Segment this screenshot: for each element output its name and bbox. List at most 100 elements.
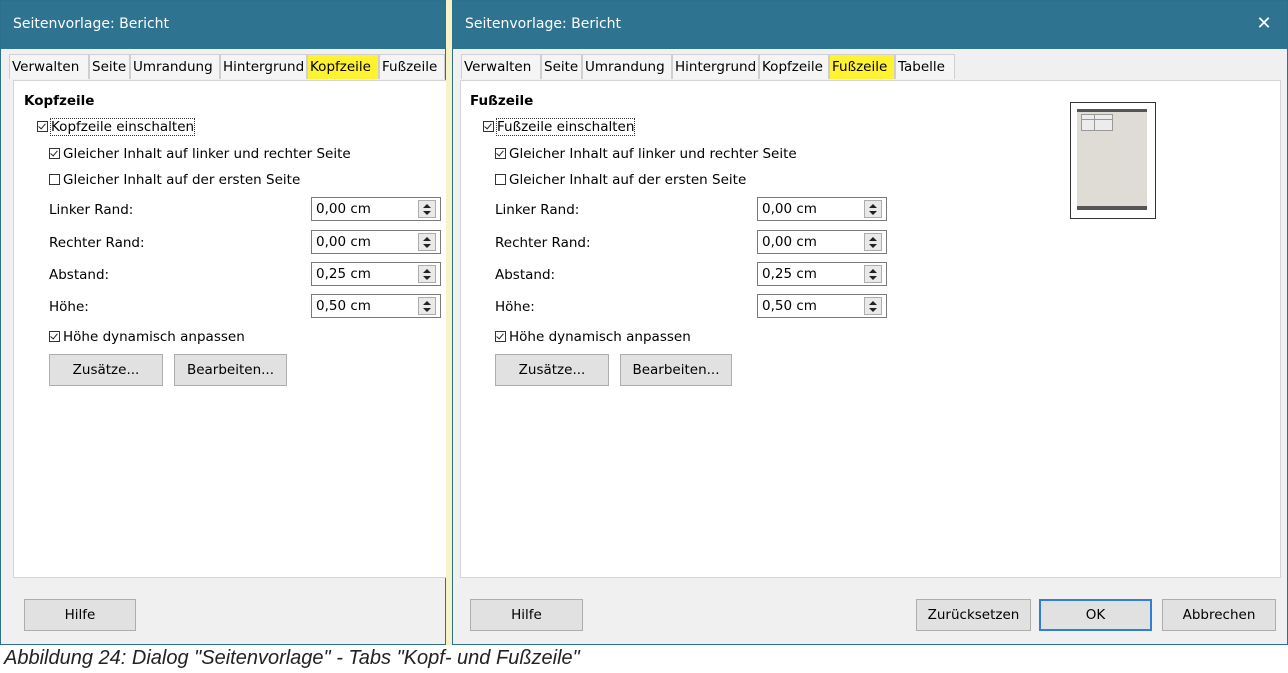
spin-value: 0,50 cm [316,298,371,314]
tab-seite[interactable]: Seite [89,54,130,79]
checkbox-label: Kopfzeile einschalten [49,118,196,136]
spin-buttons[interactable] [864,265,882,283]
title-bar[interactable]: Seitenvorlage: Bericht ✕ [453,1,1287,49]
spin-buttons[interactable] [864,200,882,218]
spin-up-icon[interactable] [423,269,431,273]
right-margin-spinfield[interactable]: 0,00 cm [311,230,441,254]
spacing-spinfield[interactable]: 0,25 cm [311,262,441,286]
right-margin-label: Rechter Rand: [495,235,591,251]
enable-footer-checkbox[interactable]: Fußzeile einschalten [483,118,636,136]
spin-buttons[interactable] [864,233,882,251]
spin-down-icon[interactable] [423,244,431,248]
spin-value: 0,25 cm [316,266,371,282]
spin-up-icon[interactable] [869,237,877,241]
height-spinfield[interactable]: 0,50 cm [311,294,441,318]
same-content-left-right-checkbox[interactable]: Gleicher Inhalt auf linker und rechter S… [495,146,797,162]
checkbox-box [49,174,60,185]
left-margin-spinfield[interactable]: 0,00 cm [311,197,441,221]
autofit-height-checkbox[interactable]: Höhe dynamisch anpassen [495,329,691,345]
spin-buttons[interactable] [418,297,436,315]
spacing-label: Abstand: [49,267,110,283]
figure-caption: Abbildung 24: Dialog "Seitenvorlage" - T… [4,647,580,669]
same-content-first-page-checkbox[interactable]: Gleicher Inhalt auf der ersten Seite [495,172,746,188]
edit-button[interactable]: Bearbeiten... [174,354,287,386]
checkbox-label: Fußzeile einschalten [495,118,636,136]
spin-buttons[interactable] [418,233,436,251]
tab-fusszeile[interactable]: Fußzeile [829,54,895,79]
spin-up-icon[interactable] [423,301,431,305]
spin-down-icon[interactable] [869,276,877,280]
checkbox-label: Gleicher Inhalt auf linker und rechter S… [509,146,797,162]
spin-up-icon[interactable] [869,301,877,305]
tab-verwalten[interactable]: Verwalten [461,54,541,79]
spin-down-icon[interactable] [423,308,431,312]
spin-up-icon[interactable] [423,237,431,241]
checkbox-box [49,148,60,159]
same-content-first-page-checkbox[interactable]: Gleicher Inhalt auf der ersten Seite [49,172,300,188]
tab-kopfzeile[interactable]: Kopfzeile [759,54,829,79]
tab-umrandung[interactable]: Umrandung [130,54,220,79]
checkbox-label: Gleicher Inhalt auf linker und rechter S… [63,146,351,162]
help-button[interactable]: Hilfe [470,599,583,631]
checkbox-box [495,174,506,185]
same-content-left-right-checkbox[interactable]: Gleicher Inhalt auf linker und rechter S… [49,146,351,162]
tab-hintergrund[interactable]: Hintergrund [220,54,307,79]
spin-down-icon[interactable] [869,211,877,215]
section-title: Kopfzeile [24,93,95,109]
tab-verwalten[interactable]: Verwalten [9,54,89,79]
tab-tabelle[interactable]: Tabelle [895,54,955,79]
cancel-button[interactable]: Abbrechen [1162,599,1276,631]
height-label: Höhe: [49,299,89,315]
tab-fusszeile[interactable]: Fußzeile [379,54,445,79]
right-margin-spinfield[interactable]: 0,00 cm [757,230,887,254]
header-dialog: Seitenvorlage: Bericht Verwalten Seite U… [0,0,447,645]
spin-up-icon[interactable] [423,204,431,208]
more-button[interactable]: Zusätze... [49,354,163,386]
checkbox-box [37,121,48,132]
height-label: Höhe: [495,299,535,315]
spin-buttons[interactable] [864,297,882,315]
spin-up-icon[interactable] [869,204,877,208]
checkbox-label: Gleicher Inhalt auf der ersten Seite [509,172,747,188]
spin-value: 0,00 cm [316,201,371,217]
checkbox-box [49,331,60,342]
spin-value: 0,25 cm [762,266,817,282]
tab-hintergrund[interactable]: Hintergrund [672,54,759,79]
edit-button[interactable]: Bearbeiten... [620,354,732,386]
spin-down-icon[interactable] [869,308,877,312]
ok-button[interactable]: OK [1039,599,1152,631]
tab-umrandung[interactable]: Umrandung [582,54,672,79]
spin-value: 0,00 cm [762,201,817,217]
preview-header-bar [1077,109,1147,112]
spin-buttons[interactable] [418,200,436,218]
checkbox-label: Höhe dynamisch anpassen [509,329,691,345]
section-title: Fußzeile [470,93,534,109]
right-margin-label: Rechter Rand: [49,235,145,251]
spin-down-icon[interactable] [869,244,877,248]
page-preview [1070,102,1156,219]
spacing-label: Abstand: [495,267,556,283]
spin-down-icon[interactable] [423,211,431,215]
spin-buttons[interactable] [418,265,436,283]
checkbox-label: Gleicher Inhalt auf der ersten Seite [63,172,301,188]
autofit-height-checkbox[interactable]: Höhe dynamisch anpassen [49,329,245,345]
spin-value: 0,50 cm [762,298,817,314]
enable-header-checkbox[interactable]: Kopfzeile einschalten [37,118,196,136]
left-margin-label: Linker Rand: [49,202,134,218]
height-spinfield[interactable]: 0,50 cm [757,294,887,318]
more-button[interactable]: Zusätze... [495,354,609,386]
spin-value: 0,00 cm [316,234,371,250]
checkbox-label: Höhe dynamisch anpassen [63,329,245,345]
checkbox-box [483,121,494,132]
left-margin-label: Linker Rand: [495,202,580,218]
spin-down-icon[interactable] [423,276,431,280]
title-bar[interactable]: Seitenvorlage: Bericht [1,1,445,49]
tab-seite[interactable]: Seite [541,54,582,79]
spacing-spinfield[interactable]: 0,25 cm [757,262,887,286]
left-margin-spinfield[interactable]: 0,00 cm [757,197,887,221]
spin-up-icon[interactable] [869,269,877,273]
tab-kopfzeile[interactable]: Kopfzeile [307,54,379,79]
close-icon[interactable]: ✕ [1241,1,1287,49]
reset-button[interactable]: Zurücksetzen [916,599,1031,631]
help-button[interactable]: Hilfe [24,599,136,631]
